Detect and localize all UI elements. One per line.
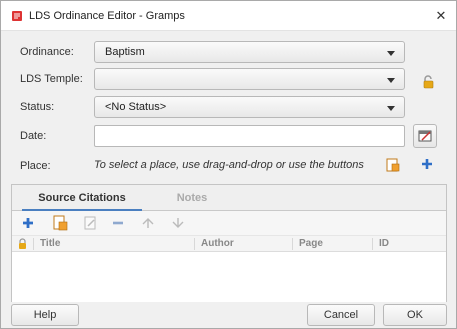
status-combo[interactable]: <No Status> — [94, 96, 405, 118]
status-value: <No Status> — [105, 101, 167, 113]
column-page[interactable]: Page — [299, 238, 323, 249]
status-label: Status: — [20, 101, 55, 113]
citations-toolbar — [12, 211, 446, 235]
chevron-down-icon — [387, 51, 395, 56]
cancel-button[interactable]: Cancel — [307, 304, 375, 326]
calendar-edit-icon — [418, 130, 432, 142]
column-separator — [292, 238, 293, 250]
citations-list-header: Title Author Page ID — [12, 235, 446, 252]
title-bar[interactable]: LDS Ordinance Editor - Gramps ✕ — [1, 1, 456, 31]
add-place-icon[interactable] — [421, 158, 433, 170]
close-button[interactable]: ✕ — [432, 7, 450, 25]
tab-notes[interactable]: Notes — [162, 185, 222, 211]
citations-notebook: Source Citations Notes Title Author Page… — [11, 184, 447, 302]
date-label: Date: — [20, 130, 47, 142]
dialog-window: LDS Ordinance Editor - Gramps ✕ Ordinanc… — [0, 0, 457, 329]
move-down-icon[interactable] — [170, 215, 186, 231]
place-hint: To select a place, use drag-and-drop or … — [94, 159, 364, 171]
chevron-down-icon — [387, 78, 395, 83]
window-title: LDS Ordinance Editor - Gramps — [29, 10, 185, 22]
ordinance-label: Ordinance: — [20, 46, 74, 58]
select-existing-place-icon[interactable] — [386, 158, 400, 172]
chevron-down-icon — [387, 106, 395, 111]
temple-label: LDS Temple: — [20, 73, 83, 85]
column-separator — [372, 238, 373, 250]
lock-icon — [19, 238, 26, 249]
column-title[interactable]: Title — [40, 238, 60, 249]
citations-list[interactable] — [12, 252, 446, 302]
tab-source-citations[interactable]: Source Citations — [22, 185, 142, 211]
dialog-button-bar: Help Cancel OK — [1, 302, 456, 328]
place-label: Place: — [20, 160, 51, 172]
remove-icon[interactable] — [110, 215, 126, 231]
add-icon[interactable] — [20, 215, 36, 231]
help-button[interactable]: Help — [11, 304, 79, 326]
ordinance-form: Ordinance: Baptism LDS Temple: Status: <… — [1, 32, 456, 184]
share-existing-icon[interactable] — [52, 215, 68, 231]
ok-button[interactable]: OK — [383, 304, 447, 326]
lock-icon[interactable] — [421, 75, 435, 89]
date-input[interactable] — [94, 125, 405, 147]
temple-combo[interactable] — [94, 68, 405, 90]
edit-icon[interactable] — [82, 215, 98, 231]
column-id[interactable]: ID — [379, 238, 389, 249]
column-separator — [33, 238, 34, 250]
column-separator — [194, 238, 195, 250]
column-author[interactable]: Author — [201, 238, 234, 249]
date-editor-button[interactable] — [413, 124, 437, 148]
move-up-icon[interactable] — [140, 215, 156, 231]
ordinance-combo[interactable]: Baptism — [94, 41, 405, 63]
tab-bar: Source Citations Notes — [12, 185, 446, 211]
gramps-app-icon — [12, 11, 22, 21]
ordinance-value: Baptism — [105, 46, 145, 58]
